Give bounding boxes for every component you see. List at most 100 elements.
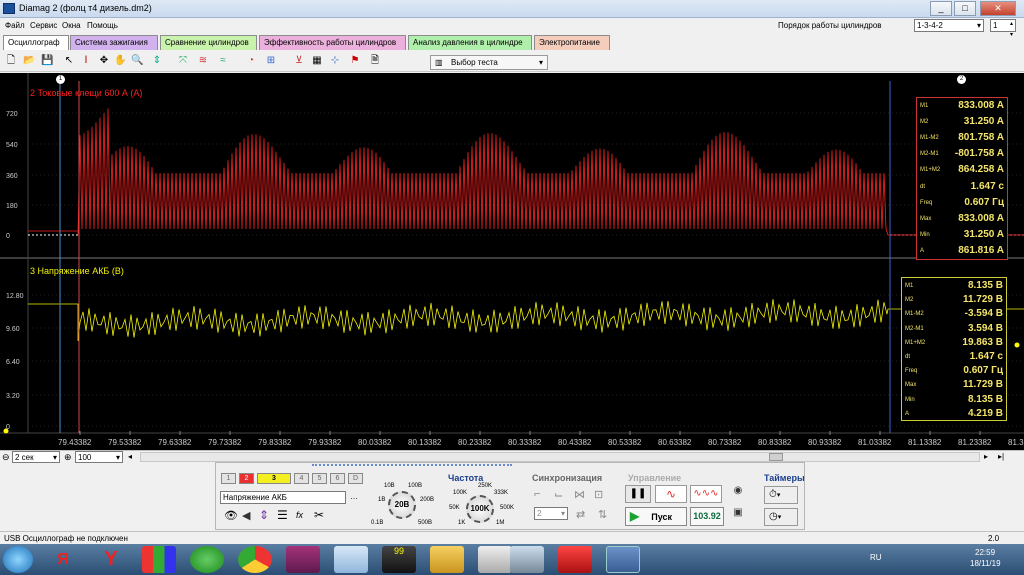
channel-1-button[interactable]: 1: [221, 473, 236, 484]
oscilloscope-plot[interactable]: 720 540 360 180 0 12.80 9.60 6.40 3.20 0 79.43382 7…: [0, 73, 1024, 450]
yandex-browser-icon[interactable]: Я: [46, 546, 80, 573]
sync-level-icon[interactable]: ⇄: [576, 508, 585, 521]
zoom-icon[interactable]: 🔍: [130, 54, 144, 68]
panel-splitter[interactable]: [312, 463, 512, 466]
channel-2-button[interactable]: 2: [239, 473, 254, 484]
yandex-icon[interactable]: Y: [94, 546, 128, 573]
cursor-icon[interactable]: ↖: [62, 54, 76, 68]
diamag-taskbar-icon[interactable]: [606, 546, 640, 573]
marker-2-handle[interactable]: 2: [957, 75, 966, 84]
chrome-icon[interactable]: [238, 546, 272, 573]
game-icon[interactable]: 99: [382, 546, 416, 573]
new-file-icon[interactable]: 🗋: [4, 54, 18, 68]
minimize-button[interactable]: _: [930, 1, 952, 16]
tab-cylinder-efficiency[interactable]: Эффективность работы цилиндров: [259, 35, 406, 50]
invert-icon[interactable]: ◀: [242, 509, 250, 522]
sync-slope-icon[interactable]: ⇅: [598, 508, 607, 521]
flag-icon[interactable]: ⚑: [348, 54, 362, 68]
zoom-in-icon[interactable]: ⊕: [64, 452, 72, 463]
sync-fall-icon[interactable]: ⌙: [554, 488, 563, 501]
window-manager-icon[interactable]: [510, 546, 544, 573]
offset-icon[interactable]: ⇕: [259, 508, 269, 522]
hand-icon[interactable]: ✋: [113, 54, 127, 68]
close-button[interactable]: ✕: [980, 1, 1016, 16]
fit-icon[interactable]: ⇕: [150, 54, 164, 68]
channel-name-input[interactable]: Напряжение АКБ: [220, 491, 346, 504]
scroll-right-icon[interactable]: ▸: [984, 452, 988, 461]
folder-icon[interactable]: [430, 546, 464, 573]
sync-rise-icon[interactable]: ⌐: [534, 488, 540, 500]
zoom-select[interactable]: 100 ▾: [75, 451, 123, 463]
timer-2-button[interactable]: ◷▾: [764, 508, 798, 526]
open-folder-icon[interactable]: 📂: [22, 54, 36, 68]
function-icon[interactable]: fx: [296, 510, 303, 520]
calculator-icon[interactable]: [478, 546, 512, 573]
sync-mode-icon[interactable]: ⊡: [594, 488, 603, 501]
explorer-icon[interactable]: [334, 546, 368, 573]
auto-button[interactable]: ◉: [728, 485, 748, 503]
lines-icon[interactable]: ☰: [277, 508, 288, 522]
move-icon[interactable]: ✥: [97, 54, 111, 68]
compare-icon[interactable]: ⊞: [264, 54, 278, 68]
menu-help[interactable]: Помощь: [87, 21, 118, 30]
auto-save-button[interactable]: ▣: [728, 507, 748, 526]
start-menu-icon[interactable]: [3, 546, 33, 573]
oscilloscope-view[interactable]: 720 540 360 180 0 12.80 9.60 6.40 3.20 0 79.43382 7…: [0, 73, 1024, 450]
menu-service[interactable]: Сервис: [30, 21, 57, 30]
cylinder-order-label: Порядок работы цилиндров: [778, 21, 882, 30]
language-indicator[interactable]: RU: [870, 553, 882, 562]
clock-date[interactable]: 18/11/19: [970, 559, 1001, 568]
timebase-select[interactable]: 2 сек ▾: [12, 451, 60, 463]
menu-file[interactable]: Файл: [5, 21, 25, 30]
channel-3-button[interactable]: 3: [257, 473, 291, 484]
save-icon[interactable]: 💾: [40, 54, 54, 68]
grid-icon[interactable]: ▦: [310, 54, 324, 68]
tab-ignition[interactable]: Система зажигания: [70, 35, 158, 50]
zoom-out-icon[interactable]: ⊖: [2, 452, 10, 463]
archiver-icon[interactable]: [286, 546, 320, 573]
menu-windows[interactable]: Окна: [62, 21, 81, 30]
cylinder-order-select[interactable]: 1-3-4-2 ▾: [914, 19, 984, 32]
rubiks-icon[interactable]: [142, 546, 176, 573]
tab-pressure-analysis[interactable]: Анализ давления в цилиндре: [408, 35, 532, 50]
channel-5-button[interactable]: 5: [312, 473, 327, 484]
utorrent-icon[interactable]: [190, 546, 224, 573]
time-scrollbar[interactable]: [140, 452, 980, 462]
eye-icon[interactable]: 👁: [224, 509, 238, 522]
dense-mode-button[interactable]: ∿∿∿: [690, 485, 722, 503]
tab-cylinder-compare[interactable]: Сравнение цилиндров: [160, 35, 257, 50]
split-icon[interactable]: ⊹: [328, 54, 342, 68]
cylinder-spin[interactable]: 1 ▴ ▾: [990, 19, 1016, 38]
channel-4-button[interactable]: 4: [294, 473, 309, 484]
digital-channel-button[interactable]: D: [348, 473, 363, 484]
marker-icon[interactable]: Ⅰ: [79, 54, 93, 68]
pdf-icon[interactable]: [558, 546, 592, 573]
scroll-end-icon[interactable]: ▸|: [998, 452, 1004, 461]
clock-time[interactable]: 22:59: [975, 548, 995, 557]
x-tick-label: 80.23382: [458, 438, 492, 447]
test-select[interactable]: ▥ Выбор теста ▾: [430, 55, 548, 70]
scrollbar-thumb[interactable]: [769, 453, 783, 461]
report-icon[interactable]: 🗎: [368, 54, 382, 68]
channel-6-button[interactable]: 6: [330, 473, 345, 484]
sync-channel-select[interactable]: 2 ▾: [534, 507, 568, 520]
more-button[interactable]: …: [350, 492, 358, 501]
start-button[interactable]: ▶ Пуск: [625, 507, 687, 526]
sync-auto-icon[interactable]: ⋈: [574, 488, 585, 501]
filter-icon[interactable]: ≈: [216, 54, 230, 68]
pause-button[interactable]: ❚❚: [625, 485, 651, 503]
tools-icon[interactable]: ✂: [314, 508, 324, 522]
tab-oscilloscope[interactable]: Осциллограф: [3, 35, 69, 51]
maximize-button[interactable]: □: [954, 1, 976, 16]
scale-icon[interactable]: ⤧: [176, 54, 190, 68]
tab-power-supply[interactable]: Электропитание: [534, 35, 610, 50]
marker-1-handle[interactable]: 1: [56, 75, 65, 84]
range-knob[interactable]: 20В: [388, 491, 416, 519]
scroll-left-icon[interactable]: ◂: [128, 452, 132, 461]
sine-mode-button[interactable]: ∿: [655, 485, 687, 503]
frequency-knob[interactable]: 100K: [466, 495, 494, 523]
measure-icon[interactable]: ◔: [244, 54, 258, 68]
trigger-icon[interactable]: ⊻: [292, 54, 306, 68]
waveform-icon[interactable]: ≋: [196, 54, 210, 68]
timer-1-button[interactable]: ⏱▾: [764, 486, 798, 504]
